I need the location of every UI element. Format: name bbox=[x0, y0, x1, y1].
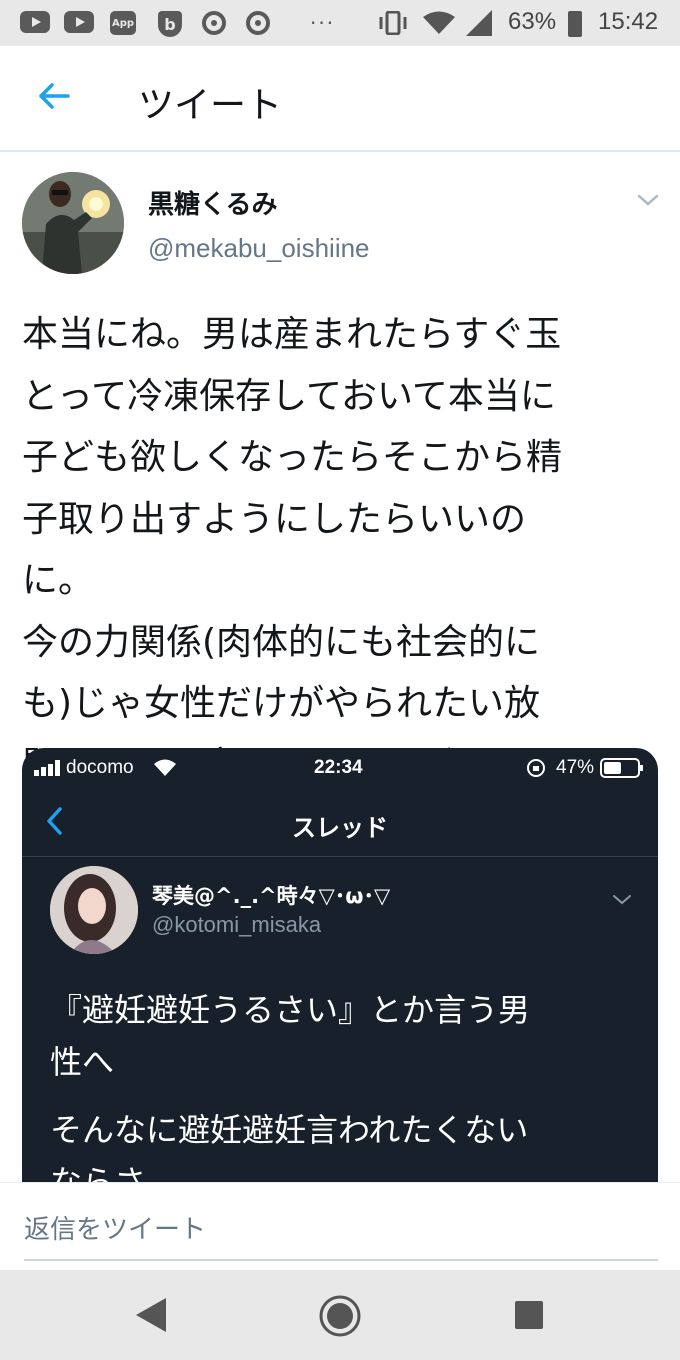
battery-icon bbox=[568, 11, 582, 37]
chevron-down-icon[interactable] bbox=[636, 192, 660, 208]
embedded-battery-percent: 47% bbox=[556, 757, 595, 778]
tweet-text-line: 子ども欲しくなったらそこから精 bbox=[22, 437, 563, 478]
status-bar: App b ··· 63% 15:42 bbox=[0, 0, 680, 46]
b-app-icon: b bbox=[158, 11, 182, 37]
signal-icon bbox=[466, 10, 494, 36]
tweet-text-line: 子取り出すようにしたらいいの bbox=[22, 498, 527, 540]
embedded-text-line: そんなに避妊避妊言われたくない bbox=[50, 1111, 529, 1149]
chrome-icon bbox=[246, 11, 270, 35]
reply-input[interactable]: 返信をツイート bbox=[24, 1209, 206, 1246]
tweet-text-line: 今の力関係(肉体的にも社会的に bbox=[22, 621, 541, 663]
embedded-author-name: 琴美@^._.^時々▽･ω･▽ bbox=[152, 884, 391, 908]
b-app-icon-label: b bbox=[164, 14, 176, 34]
more-dots: ··· bbox=[310, 11, 336, 35]
embedded-text-line: 『避妊避妊うるさい』とか言う男 bbox=[50, 991, 531, 1029]
tweet-text-line: とって冷凍保存しておいて本当に bbox=[22, 375, 556, 417]
embedded-avatar bbox=[50, 866, 138, 954]
rotation-lock-icon bbox=[527, 759, 545, 777]
vibrate-icon bbox=[376, 11, 410, 35]
recents-square-icon[interactable] bbox=[514, 1300, 544, 1330]
system-nav-bar bbox=[0, 1270, 680, 1360]
avatar[interactable] bbox=[22, 172, 124, 274]
embedded-author-username: @kotomi_misaka bbox=[152, 912, 322, 937]
reply-bar: 返信をツイート bbox=[0, 1182, 680, 1271]
app-header: ツイート bbox=[0, 46, 680, 152]
author-username[interactable]: @mekabu_oishiine bbox=[148, 233, 370, 264]
embedded-clock: 22:34 bbox=[314, 757, 363, 778]
clock: 15:42 bbox=[598, 8, 659, 35]
youtube-icon bbox=[20, 11, 50, 33]
battery-percent: 63% bbox=[508, 8, 557, 35]
embedded-text-line: 性へ bbox=[50, 1043, 115, 1081]
home-circle-icon[interactable] bbox=[318, 1294, 362, 1338]
page-title: ツイート bbox=[138, 85, 283, 126]
embedded-carrier: docomo bbox=[66, 757, 134, 778]
tweet-text-line: 本当にね。男は産まれたらすぐ玉 bbox=[22, 314, 562, 355]
reply-underline bbox=[24, 1259, 658, 1261]
embedded-nav-title: スレッド bbox=[292, 814, 388, 842]
chevron-down-icon bbox=[612, 892, 632, 906]
tweet-text: 本当にね。男は産まれたらすぐ玉 とって冷凍保存しておいて本当に 子ども欲しくなっ… bbox=[22, 304, 662, 796]
battery-icon bbox=[600, 758, 643, 778]
wifi-icon bbox=[154, 759, 176, 776]
embedded-status-bar: docomo 22:34 47% bbox=[22, 748, 658, 788]
tweet-text-line: も)じゃ女性だけがやられたい放 bbox=[22, 683, 541, 724]
back-arrow-icon[interactable] bbox=[36, 78, 72, 114]
back-triangle-icon[interactable] bbox=[134, 1296, 168, 1334]
embedded-nav: スレッド bbox=[22, 788, 658, 857]
embedded-screenshot[interactable]: docomo 22:34 47% スレッド 琴美@^._.^時々▽･ω･▽ @k… bbox=[22, 748, 658, 1218]
app-icon: App bbox=[110, 11, 136, 35]
author-display-name[interactable]: 黒糖くるみ bbox=[148, 184, 277, 221]
tweet-text-line: に。 bbox=[22, 560, 95, 601]
youtube-icon bbox=[64, 11, 94, 33]
embedded-tweet-text: 『避妊避妊うるさい』とか言う男 性へ そんなに避妊避妊言われたくない ならさ bbox=[50, 984, 650, 1208]
more-notifications-icon: ··· bbox=[310, 11, 335, 35]
wifi-icon bbox=[422, 11, 456, 35]
chrome-icon bbox=[202, 11, 226, 35]
app-icon-label: App bbox=[111, 17, 135, 29]
signal-bars-icon bbox=[34, 760, 60, 776]
